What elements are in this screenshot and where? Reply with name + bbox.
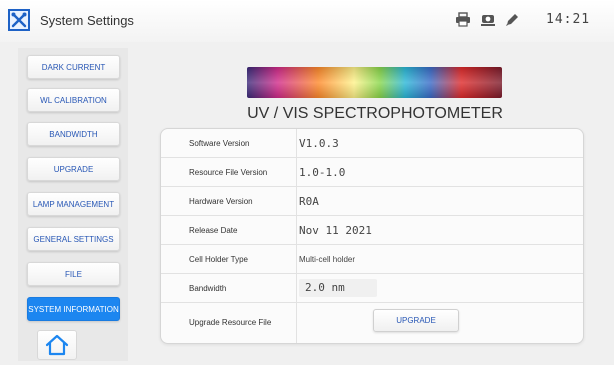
info-row-hardware-version: Hardware Version R0A xyxy=(161,187,583,216)
clock: 14:21 xyxy=(546,12,591,27)
divider xyxy=(296,158,297,187)
info-label: Release Date xyxy=(189,226,238,235)
device-title: UV / VIS SPECTROPHOTOMETER xyxy=(247,105,503,122)
info-label: Upgrade Resource File xyxy=(189,318,272,327)
hardware-version-value: R0A xyxy=(299,195,319,208)
printer-icon[interactable] xyxy=(455,12,471,28)
divider xyxy=(296,187,297,216)
info-label: Resource File Version xyxy=(189,168,268,177)
projector-icon[interactable] xyxy=(480,12,496,28)
bandwidth-value: 2.0 nm xyxy=(299,279,377,297)
divider xyxy=(296,216,297,245)
home-button[interactable] xyxy=(37,330,77,360)
info-row-upgrade-resource-file: Upgrade Resource File xyxy=(161,303,583,343)
system-info-panel: Software Version V1.0.3 Resource File Ve… xyxy=(160,128,584,344)
sidebar-item-file[interactable]: FILE xyxy=(27,262,120,286)
divider xyxy=(296,129,297,158)
sidebar-item-wl-calibration[interactable]: WL CALIBRATION xyxy=(27,88,120,112)
sidebar-item-bandwidth[interactable]: BANDWIDTH xyxy=(27,122,120,146)
divider xyxy=(296,274,297,303)
home-icon xyxy=(45,334,69,356)
info-row-cell-holder-type: Cell Holder Type Multi-cell holder xyxy=(161,245,583,274)
spectrum-banner xyxy=(247,67,502,98)
pen-icon[interactable] xyxy=(504,12,520,28)
info-row-resource-file-version: Resource File Version 1.0-1.0 xyxy=(161,158,583,187)
info-label: Cell Holder Type xyxy=(189,255,248,264)
title-bar: System Settings 14:21 xyxy=(0,0,614,42)
info-label: Bandwidth xyxy=(189,284,227,293)
sidebar-item-lamp-management[interactable]: LAMP MANAGEMENT xyxy=(27,192,120,216)
release-date-value: Nov 11 2021 xyxy=(299,224,372,237)
settings-tools-icon xyxy=(8,9,30,31)
info-label: Hardware Version xyxy=(189,197,253,206)
info-row-bandwidth: Bandwidth 2.0 nm xyxy=(161,274,583,303)
resource-file-version-value: 1.0-1.0 xyxy=(299,166,346,179)
info-row-software-version: Software Version V1.0.3 xyxy=(161,129,583,158)
cell-holder-type-value: Multi-cell holder xyxy=(299,255,356,264)
upgrade-resource-file-button[interactable]: UPGRADE xyxy=(373,309,459,332)
sidebar-item-dark-current[interactable]: DARK CURRENT xyxy=(27,55,120,79)
sidebar-item-general-settings[interactable]: GENERAL SETTINGS xyxy=(27,227,120,251)
sidebar-item-upgrade[interactable]: UPGRADE xyxy=(27,157,120,181)
window-title: System Settings xyxy=(40,13,134,28)
software-version-value: V1.0.3 xyxy=(299,137,339,150)
info-row-release-date: Release Date Nov 11 2021 xyxy=(161,216,583,245)
divider xyxy=(296,245,297,274)
divider xyxy=(296,303,297,343)
info-label: Software Version xyxy=(189,139,250,148)
sidebar-item-system-information[interactable]: SYSTEM INFORMATION xyxy=(27,297,120,321)
